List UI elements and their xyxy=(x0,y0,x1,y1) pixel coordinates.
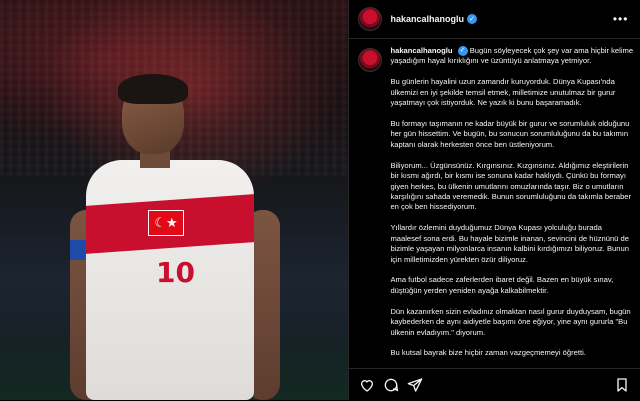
jersey-number: 10 xyxy=(156,256,195,289)
caption: hakancalhanoglu ✓ Bugün söyleyecek çok ş… xyxy=(358,46,634,361)
action-bar xyxy=(349,368,640,401)
share-icon[interactable] xyxy=(407,377,423,393)
caption-paragraph: Biliyorum... Üzgünsünüz. Kırgınsınız. Kı… xyxy=(390,160,632,212)
caption-paragraph: Yıllardır özlemini duyduğumuz Dünya Kupa… xyxy=(390,223,629,264)
caption-username[interactable]: hakancalhanoglu xyxy=(390,46,452,55)
more-options-icon[interactable]: ••• xyxy=(613,12,629,26)
flag-symbol: ☾★ xyxy=(154,215,178,230)
caption-paragraph: Bu günlerin hayalini uzun zamandır kuruy… xyxy=(390,77,616,108)
caption-paragraph: Bu kutsal bayrak bize hiçbir zaman vazge… xyxy=(390,348,586,358)
verified-badge-icon: ✓ xyxy=(466,14,477,24)
avatar[interactable] xyxy=(358,7,383,31)
hair xyxy=(118,74,188,104)
post-header: hakancalhanoglu ✓ ••• xyxy=(349,0,640,39)
caption-avatar[interactable] xyxy=(358,48,383,72)
header-username[interactable]: hakancalhanoglu xyxy=(390,14,464,24)
heart-icon[interactable] xyxy=(359,377,375,393)
comment-icon[interactable] xyxy=(383,377,399,393)
caption-paragraph: hakancalhanoglu ✓ Bugün söyleyecek çok ş… xyxy=(390,46,634,67)
post-image[interactable]: ☾★ 10 xyxy=(0,0,349,400)
bookmark-icon[interactable] xyxy=(614,377,630,393)
caption-paragraph: Bu formayı taşımanın ne kadar büyük bir … xyxy=(390,119,630,149)
caption-paragraph: Ama futbol sadece zaferlerden ibaret değ… xyxy=(390,275,614,295)
caption-paragraph: Dün kazanırken sizin evladınız olmaktan … xyxy=(390,306,631,337)
player-figure: ☾★ 10 xyxy=(70,74,280,400)
turkey-flag-badge: ☾★ xyxy=(148,210,184,236)
caption-text: hakancalhanoglu ✓ Bugün söyleyecek çok ş… xyxy=(390,46,634,361)
caption-verified-badge-icon: ✓ xyxy=(457,46,468,56)
post-viewer: ☾★ 10 hakancalhanoglu ✓ ••• hakancalhano… xyxy=(0,0,640,400)
post-side-panel: hakancalhanoglu ✓ ••• hakancalhanoglu ✓ … xyxy=(348,0,640,400)
